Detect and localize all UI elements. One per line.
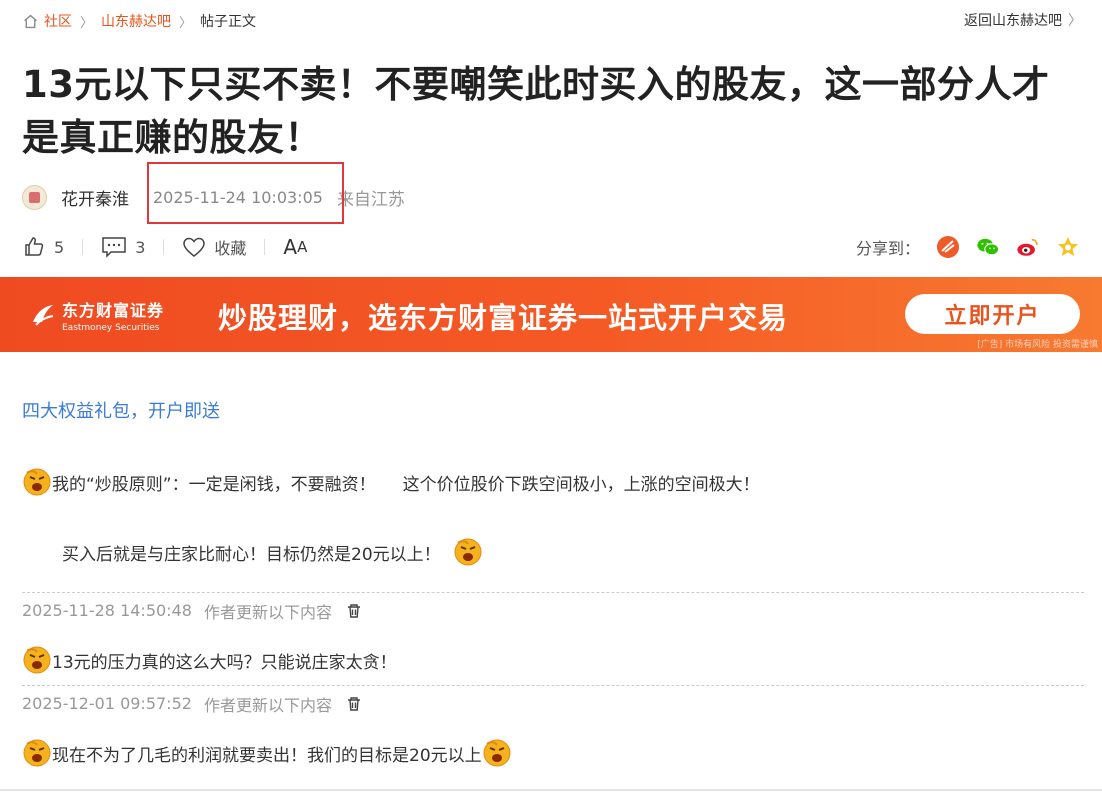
divider xyxy=(163,239,165,255)
comment-icon xyxy=(102,237,126,258)
wechat-icon xyxy=(977,238,1000,256)
share-label: 分享到： xyxy=(855,239,920,258)
ad-disclaimer: [广告] 市场有风险 投资需谨慎 xyxy=(977,340,1098,350)
breadcrumb-link-community[interactable]: 社区 xyxy=(44,11,72,31)
update-label: 作者更新以下内容 xyxy=(203,695,332,715)
like-button[interactable]: 5 xyxy=(22,235,64,259)
author-update-header: 2025-11-28 14:50:48 作者更新以下内容 xyxy=(22,592,1084,628)
update-label: 作者更新以下内容 xyxy=(203,602,332,622)
update-text: 13元的压力真的这么大吗？只能说庄家太贪！ xyxy=(52,652,397,673)
angry-emoji-icon xyxy=(454,538,482,566)
weibo-icon xyxy=(1017,238,1038,256)
divider xyxy=(0,789,1102,791)
back-to-forum-link[interactable]: 返回山东赫达吧 〉 xyxy=(964,10,1082,30)
post-meta: 花开秦淮 2025-11-24 10:03:05 来自江苏 xyxy=(22,162,405,224)
avatar[interactable] xyxy=(22,184,47,210)
share-button-weibo[interactable] xyxy=(1016,235,1040,259)
share-button-guba[interactable] xyxy=(936,235,960,259)
avatar-image xyxy=(29,191,40,203)
chevron-right-icon: 〉 xyxy=(80,15,94,31)
share-button-wechat[interactable] xyxy=(976,235,1000,259)
divider xyxy=(264,239,266,255)
post-line-1: 我的“炒股原则”：一定是闲钱，不要融资！ 这个价位股价下跌空间极小，上涨的空间极… xyxy=(52,474,760,495)
angry-emoji-icon xyxy=(483,739,511,767)
trash-icon[interactable] xyxy=(346,696,362,712)
update-time: 2025-11-28 14:50:48 xyxy=(22,601,192,620)
post-title: 13元以下只买不卖！不要嘲笑此时买入的股友，这一部分人才是真正赚的股友！ xyxy=(22,63,1050,159)
thumbs-up-icon xyxy=(25,237,44,256)
heart-icon xyxy=(183,237,206,257)
promo-link[interactable]: 四大权益礼包，开户即送 xyxy=(22,397,220,423)
like-count: 5 xyxy=(54,237,65,257)
chevron-right-icon: 〉 xyxy=(1068,13,1082,29)
eastmoney-logo-icon xyxy=(33,305,54,326)
post-paragraph-2: 买入后就是与庄家比耐心！目标仍然是20元以上！ xyxy=(62,537,483,567)
post-paragraph-1: 我的“炒股原则”：一定是闲钱，不要融资！ 这个价位股价下跌空间极小，上涨的空间极… xyxy=(22,467,760,497)
update-paragraph-1: 13元的压力真的这么大吗？只能说庄家太贪！ xyxy=(22,645,397,675)
open-account-button[interactable]: 立即开户 xyxy=(905,294,1080,334)
font-size-toggle[interactable]: AA xyxy=(283,235,307,259)
post-line-2: 买入后就是与庄家比耐心！目标仍然是20元以上！ xyxy=(62,544,441,565)
post-location: 来自江苏 xyxy=(336,189,405,210)
comment-button[interactable]: 3 xyxy=(101,235,145,259)
eastmoney-logo: 东方财富证券 Eastmoney Securities xyxy=(30,297,164,333)
divider xyxy=(82,239,84,255)
update-text: 现在不为了几毛的利润就要卖出！我们的目标是20元以上 xyxy=(52,745,482,766)
share-bar: 分享到： xyxy=(856,234,1080,260)
font-size-small: A xyxy=(297,238,308,256)
author-name[interactable]: 花开秦淮 xyxy=(61,185,129,210)
home-icon[interactable] xyxy=(22,13,39,30)
comment-count: 3 xyxy=(135,237,146,257)
logo-cn: 东方财富证券 xyxy=(62,301,165,320)
angry-emoji-icon xyxy=(23,739,51,767)
favorite-label: 收藏 xyxy=(214,239,247,258)
star-icon xyxy=(1058,237,1078,256)
breadcrumb: 社区 〉 山东赫达吧 〉 帖子正文 xyxy=(22,10,256,32)
angry-emoji-icon xyxy=(23,646,51,674)
banner-slogan: 炒股理财，选东方财富证券一站式开户交易 xyxy=(218,301,789,335)
post-time: 2025-11-24 10:03:05 xyxy=(153,187,323,207)
logo-en: Eastmoney Securities xyxy=(62,323,160,333)
back-link-label[interactable]: 返回山东赫达吧 xyxy=(964,10,1062,30)
font-size-large: A xyxy=(283,235,298,259)
author-update-header: 2025-12-01 09:57:52 作者更新以下内容 xyxy=(22,685,1084,721)
breadcrumb-current: 帖子正文 xyxy=(200,14,257,30)
update-time: 2025-12-01 09:57:52 xyxy=(22,694,192,713)
ad-banner[interactable]: 东方财富证券 Eastmoney Securities 炒股理财，选东方财富证券… xyxy=(0,277,1102,352)
chevron-right-icon: 〉 xyxy=(179,15,193,31)
action-bar: 5 3 收藏 AA xyxy=(22,234,307,260)
favorite-button[interactable]: 收藏 xyxy=(182,235,246,259)
angry-emoji-icon xyxy=(23,468,51,496)
trash-icon[interactable] xyxy=(346,603,362,619)
breadcrumb-link-forum[interactable]: 山东赫达吧 xyxy=(101,11,171,31)
update-paragraph-2: 现在不为了几毛的利润就要卖出！我们的目标是20元以上 xyxy=(22,738,512,768)
share-button-favorites[interactable] xyxy=(1056,235,1080,259)
guba-icon xyxy=(937,236,959,258)
